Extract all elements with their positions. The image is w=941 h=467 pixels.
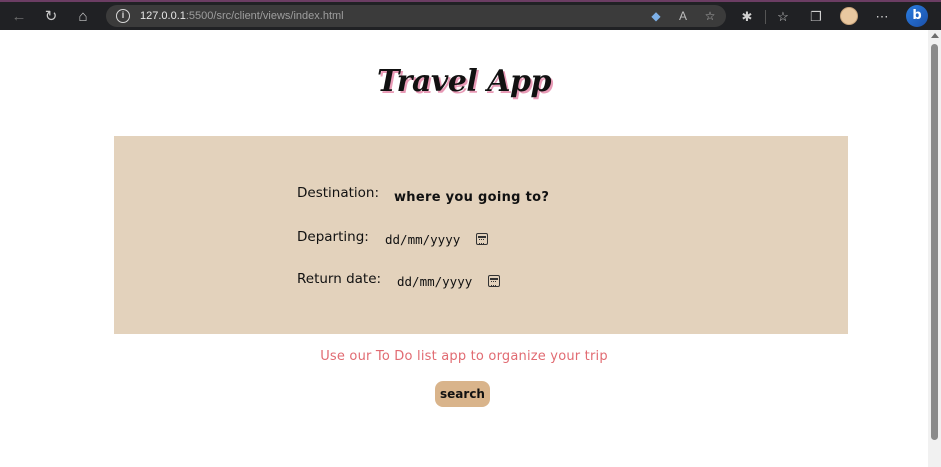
calendar-icon[interactable] — [476, 233, 488, 245]
toolbar-divider — [765, 10, 766, 24]
departing-label: Departing: — [297, 229, 369, 245]
read-aloud-icon[interactable]: A — [675, 8, 691, 24]
profile-avatar[interactable] — [840, 7, 858, 25]
home-icon[interactable]: ⌂ — [72, 6, 94, 28]
destination-input[interactable]: where you going to? — [394, 188, 594, 208]
calendar-icon[interactable] — [488, 275, 500, 287]
favorites-icon[interactable]: ☆ — [773, 7, 793, 27]
star-add-icon[interactable]: ☆ — [702, 8, 718, 24]
return-date-label: Return date: — [297, 271, 382, 287]
url-host: 127.0.0.1 — [140, 10, 186, 22]
reload-icon[interactable]: ↻ — [40, 6, 62, 28]
departing-date-input[interactable]: dd/mm/yyyy — [385, 230, 460, 250]
search-button[interactable]: search — [435, 381, 490, 407]
url-path: :5500/src/client/views/index.html — [185, 10, 344, 22]
url-text[interactable]: 127.0.0.1:5500/src/client/views/index.ht… — [140, 9, 344, 23]
scroll-thumb[interactable] — [931, 44, 938, 440]
page-title: Travel App — [377, 64, 551, 99]
bing-icon[interactable]: b — [906, 5, 928, 27]
browser-toolbar: ← ↻ ⌂ i 127.0.0.1:5500/src/client/views/… — [0, 0, 941, 30]
more-icon[interactable]: ⋯ — [872, 7, 892, 27]
scroll-up-arrow-icon[interactable] — [931, 33, 939, 38]
page-scrollbar[interactable] — [928, 30, 941, 467]
tag-icon[interactable]: ◆ — [648, 8, 664, 24]
todo-app-link[interactable]: Use our To Do list app to organize your … — [0, 349, 928, 364]
info-icon[interactable]: i — [116, 9, 130, 23]
address-bar[interactable]: i 127.0.0.1:5500/src/client/views/index.… — [106, 5, 726, 27]
return-date-input[interactable]: dd/mm/yyyy — [397, 272, 472, 292]
trip-form-panel: Destination: where you going to? Departi… — [114, 136, 848, 334]
collections-icon[interactable]: ❐ — [806, 7, 826, 27]
back-arrow-icon[interactable]: ← — [8, 6, 30, 28]
puzzle-icon[interactable]: ✱ — [737, 7, 757, 27]
destination-label: Destination: — [297, 185, 380, 201]
